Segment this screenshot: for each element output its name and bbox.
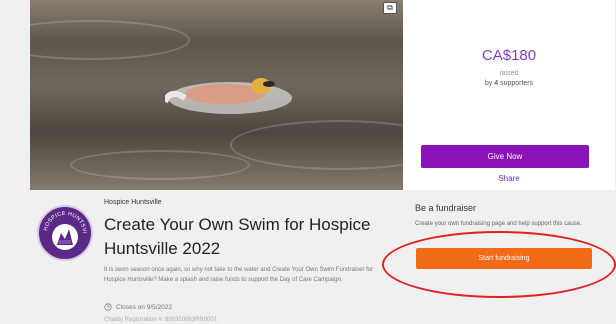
supporters-suffix: supporters	[500, 80, 534, 87]
swimmer-illustration	[165, 78, 292, 114]
water-ripple	[70, 150, 250, 180]
clock-icon	[104, 303, 112, 311]
give-now-button[interactable]: Give Now	[421, 145, 589, 168]
org-name[interactable]: Hospice Huntsville	[104, 199, 162, 206]
page-title: Create Your Own Swim for Hospice Huntsvi…	[104, 215, 371, 258]
water-ripple	[230, 120, 403, 170]
supporters-number: 4	[494, 80, 499, 87]
campaign-hero-image: ⧉	[30, 0, 403, 190]
supporters-count: by 4 supporters	[403, 80, 615, 87]
hospice-logo-icon: HOSPICE HUNTSVILLE	[39, 207, 87, 250]
closing-date: Closes on 9/5/2022	[104, 303, 172, 311]
gallery-icon[interactable]: ⧉	[383, 2, 397, 14]
fundraiser-description: Create your own fundraising page and hel…	[415, 221, 582, 227]
water-ripple	[30, 20, 190, 60]
start-fundraising-button[interactable]: Start fundraising	[416, 248, 592, 269]
org-logo[interactable]: HOSPICE HUNTSVILLE	[37, 205, 93, 261]
charity-registration: Charity Registration #: 890350063RR0001	[104, 317, 218, 323]
share-link[interactable]: Share	[403, 174, 615, 183]
campaign-description: It is swim season once again, so why not…	[104, 267, 374, 283]
closing-date-text: Closes on 9/5/2022	[116, 303, 173, 311]
amount-raised: CA$180	[481, 47, 537, 64]
donation-card: CA$180 raised by 4 supporters Give Now S…	[403, 0, 615, 190]
raised-label: raised	[499, 70, 519, 77]
supporters-prefix: by	[484, 80, 493, 87]
fundraiser-heading: Be a fundraiser	[415, 203, 477, 213]
